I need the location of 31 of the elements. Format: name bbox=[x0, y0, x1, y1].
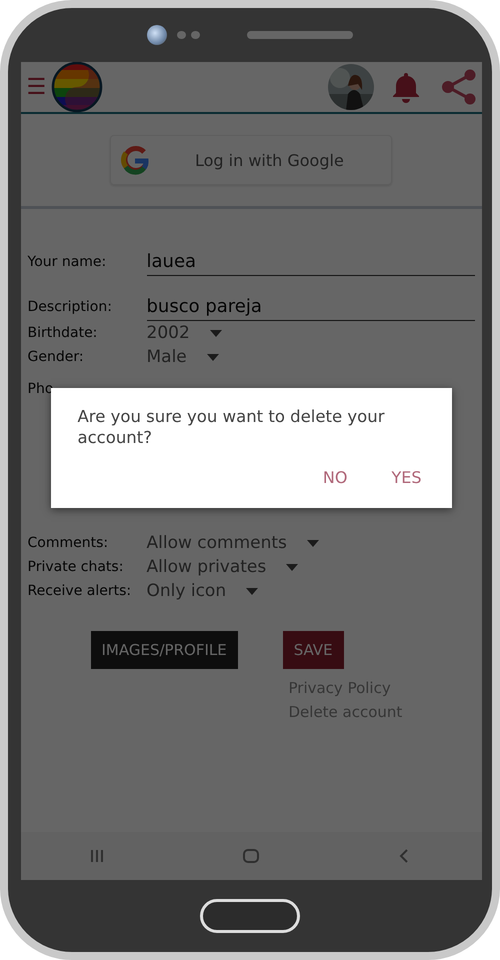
field-label: Gender: bbox=[28, 349, 85, 365]
dialog-message: Are you sure you want to delete your account? bbox=[78, 406, 386, 448]
field-label: Receive alerts: bbox=[28, 583, 132, 599]
dropdown[interactable]: 2002 bbox=[146, 323, 222, 343]
camera-icon bbox=[147, 25, 167, 45]
caret-icon bbox=[246, 588, 258, 594]
images-profile-button[interactable]: IMAGES/PROFILE bbox=[90, 631, 238, 669]
share-icon[interactable] bbox=[440, 69, 478, 105]
field-label: Private chats: bbox=[28, 559, 124, 575]
dropdown[interactable]: Male bbox=[146, 347, 219, 367]
save-button[interactable]: SAVE bbox=[282, 631, 344, 669]
dropdown[interactable]: Only icon bbox=[146, 581, 258, 601]
caret-icon bbox=[210, 330, 222, 336]
home-icon[interactable] bbox=[242, 847, 260, 865]
dialog-button[interactable]: YES bbox=[391, 468, 422, 487]
text-field[interactable]: lauea bbox=[146, 251, 474, 276]
field-label: Birthdate: bbox=[28, 325, 98, 341]
field-label: Description: bbox=[28, 299, 113, 317]
caret-icon bbox=[306, 540, 319, 546]
dropdown[interactable]: Allow privates bbox=[146, 557, 298, 577]
text-field[interactable]: busco pareja bbox=[146, 296, 474, 321]
field-label: Comments: bbox=[28, 535, 110, 551]
caret-icon bbox=[286, 564, 298, 570]
google-login-button[interactable]: Log in with Google bbox=[110, 135, 392, 185]
field-label: Your name: bbox=[28, 254, 108, 272]
home-button[interactable] bbox=[200, 899, 300, 933]
dropdown[interactable]: Allow comments bbox=[146, 533, 319, 553]
caret-icon bbox=[206, 354, 219, 360]
rainbow-yin-yang-logo[interactable] bbox=[50, 62, 102, 113]
dialog-button[interactable]: NO bbox=[322, 468, 348, 487]
menu-button[interactable]: ☰ bbox=[26, 74, 46, 100]
